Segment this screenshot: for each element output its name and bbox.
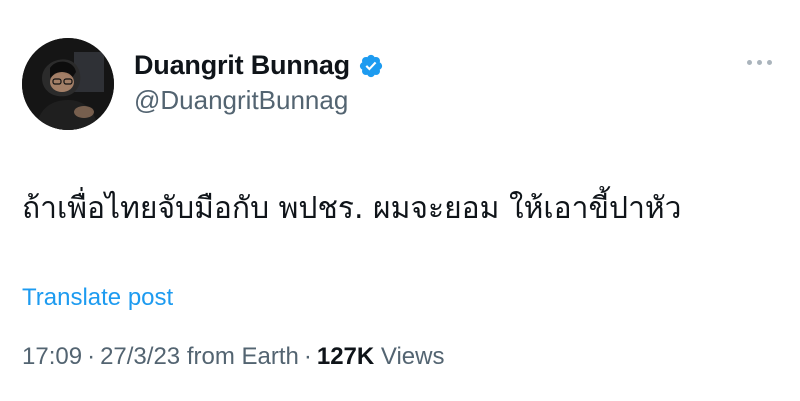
views-count: 127K: [316, 343, 375, 370]
more-options-icon[interactable]: [747, 60, 772, 65]
display-name[interactable]: Duangrit Bunnag: [134, 50, 350, 81]
more-dot: [747, 60, 752, 65]
author-info: Duangrit Bunnag @DuangritBunnag: [134, 50, 384, 116]
tweet-metadata: 17:09 · 27/3/23 from Earth · 127K Views: [22, 343, 444, 371]
tweet-time[interactable]: 17:09: [22, 343, 82, 370]
views-label: Views: [380, 343, 445, 370]
tweet-card: Duangrit Bunnag @DuangritBunnag ถ้าเพื่อ…: [0, 0, 800, 401]
tweet-date[interactable]: 27/3/23: [100, 343, 180, 370]
more-dot: [767, 60, 772, 65]
meta-separator: ·: [303, 343, 312, 370]
name-row: Duangrit Bunnag: [134, 50, 384, 81]
tweet-source: from Earth: [186, 343, 299, 370]
verified-badge-icon[interactable]: [358, 53, 384, 79]
tweet-text: ถ้าเพื่อไทยจับมือกับ พปชร. ผมจะยอม ให้เอ…: [22, 191, 682, 226]
more-dot: [757, 60, 762, 65]
avatar-photo: [22, 38, 114, 130]
meta-separator: ·: [87, 343, 96, 370]
handle[interactable]: @DuangritBunnag: [134, 85, 384, 116]
translate-post-link[interactable]: Translate post: [22, 284, 173, 312]
avatar[interactable]: [22, 38, 114, 130]
